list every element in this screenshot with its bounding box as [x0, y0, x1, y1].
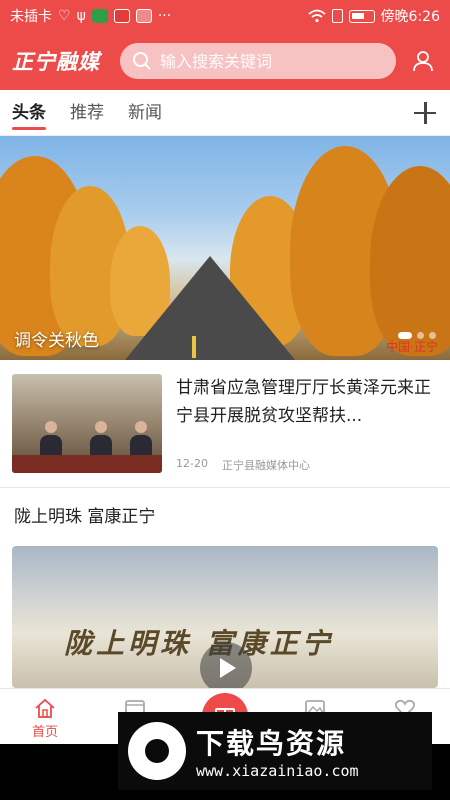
- play-button[interactable]: [200, 642, 252, 688]
- nav-home-label: 首页: [31, 725, 58, 740]
- more-icon: ···: [157, 8, 172, 24]
- carousel-dot: [417, 332, 424, 339]
- road-image: [120, 256, 300, 360]
- app-header: 正宁融媒: [0, 32, 450, 90]
- overlay-url: www.xiazainiao.com: [196, 762, 359, 780]
- add-channel-icon[interactable]: [412, 100, 438, 126]
- clock-text: 傍晚6:26: [380, 9, 440, 25]
- user-icon: [413, 51, 433, 72]
- green-app-icon: [91, 9, 108, 23]
- person-head: [45, 421, 57, 433]
- tab-news[interactable]: 新闻: [128, 90, 162, 136]
- pink-app-icon: [135, 9, 152, 23]
- meeting-table: [12, 455, 162, 473]
- status-bar: 未插卡 ♡ ψ ··· 傍晚6:26: [0, 0, 450, 32]
- news-list-item[interactable]: 甘肃省应急管理厅厅长黄泽元来正宁县开展脱贫攻坚帮扶... 12-20 正宁县融媒…: [0, 360, 450, 488]
- battery-icon: [348, 9, 375, 23]
- wifi-icon: [307, 9, 326, 23]
- app-logo: 正宁融媒: [12, 49, 100, 74]
- heart-monitor-icon: ♡: [58, 8, 71, 24]
- tab-recommended[interactable]: 推荐: [70, 90, 104, 136]
- banner-caption: 调令关秋色: [14, 331, 99, 351]
- bird-logo-icon: [128, 722, 186, 780]
- user-profile-button[interactable]: [408, 46, 438, 76]
- carousel-indicator: [398, 332, 436, 339]
- news-title: 甘肃省应急管理厅厅长黄泽元来正宁县开展脱贫攻坚帮扶...: [176, 378, 431, 426]
- person-head: [135, 421, 147, 433]
- sim-icon: [331, 9, 343, 23]
- category-tabs: 头条 推荐 新闻: [0, 90, 450, 136]
- news-thumbnail: [12, 374, 162, 473]
- home-icon: [35, 698, 55, 718]
- search-icon: [133, 52, 151, 70]
- overlay-brand: 下载鸟资源: [196, 727, 347, 760]
- usb-icon: ψ: [76, 8, 86, 24]
- watermark-overlay: 下载鸟资源 www.xiazainiao.com: [118, 712, 432, 790]
- tab-headlines[interactable]: 头条: [12, 90, 46, 136]
- carousel-dot: [429, 332, 436, 339]
- section-title: 陇上明珠 富康正宁: [14, 507, 156, 527]
- news-meta: 12-20 正宁县融媒体中心: [176, 457, 438, 473]
- search-input[interactable]: [160, 51, 380, 71]
- banner-watermark: 中国·正宁: [386, 340, 438, 354]
- carousel-dot: [398, 332, 412, 339]
- road-line: [192, 336, 196, 358]
- carrier-text: 未插卡: [10, 9, 52, 25]
- video-title: 陇上明珠 富康正宁: [64, 627, 334, 660]
- nav-home[interactable]: 首页: [0, 689, 90, 740]
- red-app-icon: [113, 9, 130, 23]
- overlay-text: 下载鸟资源 www.xiazainiao.com: [196, 722, 359, 780]
- search-bar[interactable]: [120, 43, 396, 79]
- news-date: 12-20: [176, 457, 208, 470]
- news-body: 甘肃省应急管理厅厅长黄泽元来正宁县开展脱贫攻坚帮扶... 12-20 正宁县融媒…: [176, 374, 438, 473]
- news-source: 正宁县融媒体中心: [221, 459, 310, 472]
- person-head: [95, 421, 107, 433]
- video-card[interactable]: 陇上明珠 富康正宁: [12, 546, 438, 688]
